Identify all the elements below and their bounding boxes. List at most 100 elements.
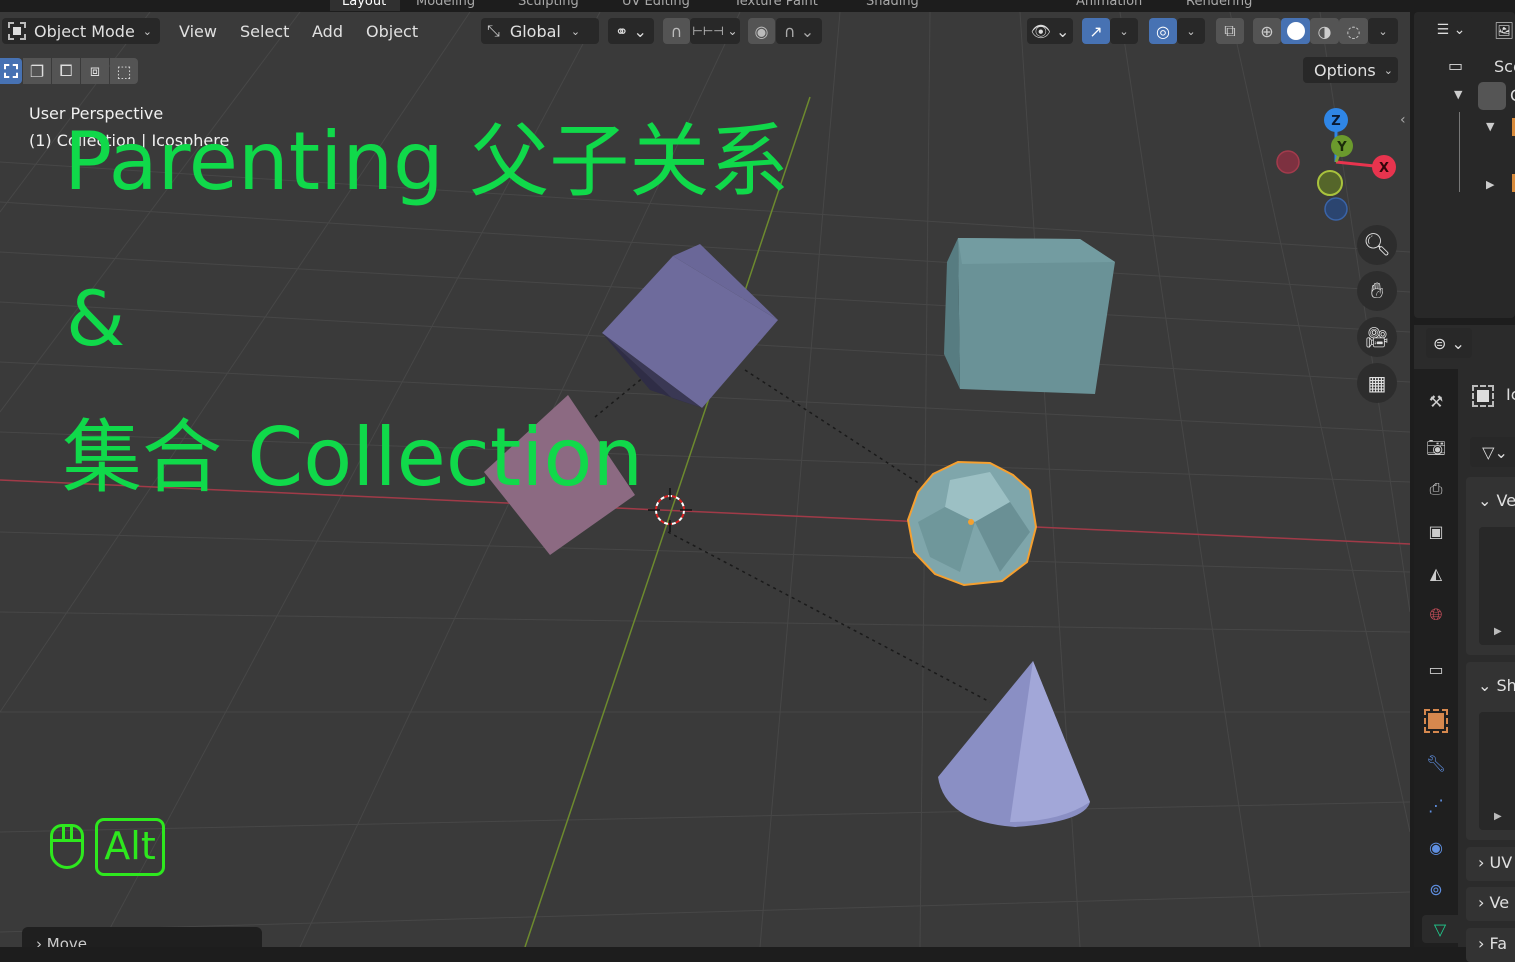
shading-dropdown[interactable]: ⌄ bbox=[1368, 18, 1398, 44]
tab-unknown[interactable] bbox=[258, 0, 282, 11]
scene-collection-label: Scer bbox=[1494, 57, 1515, 76]
icosphere[interactable] bbox=[906, 460, 1038, 587]
tab-render[interactable]: 📷︎ bbox=[1422, 433, 1450, 461]
teal-cube[interactable] bbox=[944, 238, 1115, 394]
tab-rendering[interactable]: Rendering bbox=[1174, 0, 1264, 11]
panel-vertex-colors[interactable]: › Ve bbox=[1466, 887, 1515, 921]
properties-editor[interactable]: ⊜ ⌄ ⚒ 📷︎ ⎙ ▣ ◭ 🌐︎ ▭ 🔧︎ ⋰ ◉ ⊚ ▽ Ic ▽⌄ ⌄ V… bbox=[1414, 325, 1515, 962]
gizmo-icon: ↗ bbox=[1089, 21, 1103, 41]
visibility-dropdown[interactable]: 👁 ⌄ bbox=[1027, 18, 1073, 44]
ortho-toggle-button[interactable]: ▦ bbox=[1357, 363, 1397, 403]
rendered-shading-button[interactable]: ◌ bbox=[1339, 18, 1368, 44]
options-dropdown[interactable]: Options ⌄ bbox=[1303, 57, 1398, 83]
list-expand-icon[interactable]: ▶ bbox=[1494, 811, 1502, 822]
menu-object[interactable]: Object bbox=[366, 20, 418, 44]
select-extend-button[interactable]: ❐ bbox=[23, 58, 51, 84]
tab-animation[interactable]: Animation bbox=[1064, 0, 1154, 11]
tab-constraints[interactable]: ⊚ bbox=[1422, 875, 1450, 903]
panel-face-maps[interactable]: › Fa bbox=[1466, 928, 1515, 962]
panel-uv-maps[interactable]: › UV bbox=[1466, 847, 1515, 881]
tab-shading[interactable]: Shading bbox=[854, 0, 931, 11]
editor-type-button[interactable]: 🖼︎ bbox=[1484, 17, 1515, 43]
sidebar-toggle-arrow[interactable]: ‹ bbox=[1400, 112, 1410, 132]
object-name: Ic bbox=[1506, 385, 1515, 404]
list-expand-icon[interactable]: ▶ bbox=[1494, 626, 1502, 637]
camera-view-button[interactable]: 🎥︎ bbox=[1357, 317, 1397, 357]
select-subtract-button[interactable]: ⧠ bbox=[52, 58, 80, 84]
mesh-data-dropdown[interactable]: ▽⌄ bbox=[1470, 437, 1515, 467]
last-operator-panel[interactable]: › Move bbox=[22, 927, 262, 947]
proportional-edit-toggle[interactable]: ◉ bbox=[748, 18, 775, 44]
overlay-title-line2: & bbox=[66, 274, 126, 363]
tab-data[interactable]: ▽ bbox=[1422, 915, 1458, 943]
tab-tool[interactable]: ⚒ bbox=[1422, 387, 1450, 415]
overlays-toggle[interactable]: ◎ bbox=[1149, 18, 1177, 44]
proportional-falloff-dropdown[interactable]: ∩ ⌄ bbox=[776, 18, 822, 44]
tab-output[interactable]: ⎙ bbox=[1422, 475, 1450, 503]
select-intersect-button[interactable]: ⬚ bbox=[110, 58, 138, 84]
properties-tabs: ⚒ 📷︎ ⎙ ▣ ◭ 🌐︎ ▭ 🔧︎ ⋰ ◉ ⊚ ▽ bbox=[1414, 369, 1458, 947]
vertex-group-list[interactable]: ▶ bbox=[1479, 527, 1515, 645]
constraint-icon: ⊚ bbox=[1429, 879, 1443, 899]
pan-button[interactable]: ✋︎ bbox=[1357, 271, 1397, 311]
overlays-dropdown[interactable]: ⌄ bbox=[1177, 18, 1205, 44]
collapse-arrow[interactable]: ▶ bbox=[1486, 178, 1494, 191]
panel-title: ⌄ Sh bbox=[1478, 676, 1515, 695]
tab-modeling[interactable]: Modeling bbox=[404, 0, 487, 11]
gizmo-neg-x[interactable] bbox=[1276, 150, 1300, 174]
tree-line bbox=[1459, 112, 1460, 192]
panel-vertex-groups[interactable]: ⌄ Ve ▶ bbox=[1466, 477, 1515, 655]
snap-toggle[interactable]: ∩ bbox=[663, 18, 690, 44]
panel-title: › Fa bbox=[1478, 934, 1508, 953]
tab-world[interactable]: 🌐︎ bbox=[1422, 601, 1450, 629]
transform-orientation-dropdown[interactable]: ⤡ Global ⌄ bbox=[481, 18, 599, 44]
xray-toggle[interactable]: ⧉ bbox=[1216, 18, 1244, 44]
pivot-point-dropdown[interactable]: ⚭ ⌄ bbox=[608, 18, 654, 44]
chevron-right-icon: › bbox=[1478, 934, 1485, 953]
select-invert-button[interactable]: ⧈ bbox=[81, 58, 109, 84]
solid-shading-button[interactable] bbox=[1281, 18, 1310, 44]
menu-select[interactable]: Select bbox=[240, 20, 289, 44]
chevron-right-icon: › bbox=[1478, 853, 1485, 872]
expand-arrow[interactable]: ▼ bbox=[1486, 120, 1494, 133]
gizmo-dropdown[interactable]: ⌄ bbox=[1110, 18, 1138, 44]
display-mode-dropdown[interactable]: ☰ ⌄ bbox=[1428, 17, 1474, 43]
tab-modifiers[interactable]: 🔧︎ bbox=[1422, 749, 1450, 777]
purple-cube[interactable] bbox=[602, 244, 778, 408]
mode-dropdown[interactable]: Object Mode ⌄ bbox=[2, 18, 160, 44]
tab-physics[interactable]: ◉ bbox=[1422, 833, 1450, 861]
3d-viewport[interactable]: Y Z X Object Mode ⌄ View Select Add Obje… bbox=[0, 12, 1410, 947]
tab-sculpting[interactable]: Sculpting bbox=[506, 0, 591, 11]
wireframe-shading-button[interactable]: ⊕ bbox=[1253, 18, 1281, 44]
tab-uv-editing[interactable]: UV Editing bbox=[610, 0, 702, 11]
menu-view[interactable]: View bbox=[179, 20, 217, 44]
tab-scene[interactable]: ◭ bbox=[1422, 559, 1450, 587]
gizmo-neg-y[interactable] bbox=[1317, 170, 1343, 196]
properties-editor-type[interactable]: ⊜ ⌄ bbox=[1426, 328, 1472, 358]
expand-arrow[interactable]: ▼ bbox=[1454, 88, 1462, 101]
alt-key-badge: Alt bbox=[95, 818, 165, 876]
gizmo-neg-z[interactable] bbox=[1324, 197, 1348, 221]
material-preview-button[interactable]: ◑ bbox=[1310, 18, 1339, 44]
collection-icon: ▭ bbox=[1428, 659, 1444, 679]
tab-particles[interactable]: ⋰ bbox=[1422, 791, 1450, 819]
panel-title: ⌄ Ve bbox=[1478, 491, 1515, 510]
tab-collection[interactable]: ▭ bbox=[1422, 655, 1450, 683]
select-new-button[interactable] bbox=[0, 58, 22, 84]
outliner[interactable]: ☰ ⌄ 🖼︎ ▭ Scer ▼ C ▼ ▶ bbox=[1414, 12, 1515, 318]
snap-target-dropdown[interactable]: ⊢⊢⊣ ⌄ bbox=[690, 18, 740, 44]
shape-key-list[interactable]: ▶ bbox=[1479, 712, 1515, 830]
navigation-gizmo[interactable]: Y Z X bbox=[1276, 108, 1396, 221]
snap-increment-icon: ⊢⊢⊣ ⌄ bbox=[692, 24, 738, 38]
menu-add[interactable]: Add bbox=[312, 20, 343, 44]
scene-icon: ◭ bbox=[1429, 563, 1443, 583]
material-sphere-icon: ◑ bbox=[1317, 21, 1332, 41]
gizmo-toggle[interactable]: ↗ bbox=[1082, 18, 1110, 44]
object-origin bbox=[968, 519, 974, 525]
tab-view-layer[interactable]: ▣ bbox=[1422, 517, 1450, 545]
panel-shape-keys[interactable]: ⌄ Sh ▶ bbox=[1466, 662, 1515, 840]
tab-texture-paint[interactable]: Texture Paint bbox=[722, 0, 830, 11]
tab-layout[interactable]: Layout bbox=[330, 0, 400, 11]
tab-object[interactable] bbox=[1422, 707, 1450, 735]
zoom-button[interactable]: 🔍︎ bbox=[1357, 225, 1397, 265]
